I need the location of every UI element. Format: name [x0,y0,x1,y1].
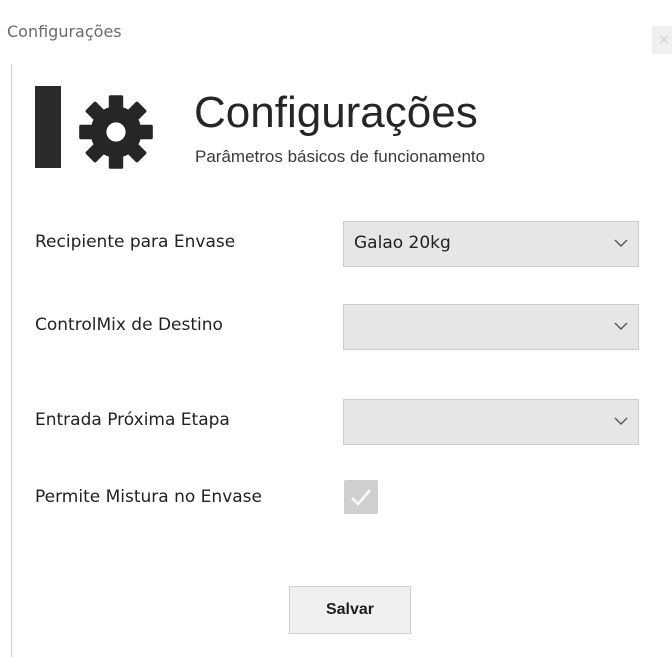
window-border [11,64,12,657]
gear-icon [79,95,153,169]
check-icon [351,489,371,506]
settings-window: Configurações × Configurações Parâmetros… [0,0,672,657]
mistura-checkbox[interactable] [344,480,378,514]
entrada-select[interactable] [343,399,639,445]
title-bar: Configurações × [0,0,672,64]
page-subtitle: Parâmetros básicos de funcionamento [195,147,486,166]
recipiente-select[interactable]: Galao 20kg [343,221,639,267]
entrada-label: Entrada Próxima Etapa [35,410,230,430]
close-button[interactable]: × [652,26,672,54]
close-icon: × [658,32,670,48]
chevron-down-icon [614,322,628,330]
controlmix-select[interactable] [343,304,639,350]
page-title: Configurações [194,88,478,137]
header-accent-bar [35,86,61,168]
recipiente-label: Recipiente para Envase [35,232,236,252]
save-button[interactable]: Salvar [289,586,411,634]
mistura-label: Permite Mistura no Envase [35,487,262,507]
recipiente-select-value: Galao 20kg [354,233,451,253]
window-title: Configurações [7,22,122,41]
controlmix-label: ControlMix de Destino [35,315,223,335]
chevron-down-icon [614,239,628,247]
chevron-down-icon [614,417,628,425]
